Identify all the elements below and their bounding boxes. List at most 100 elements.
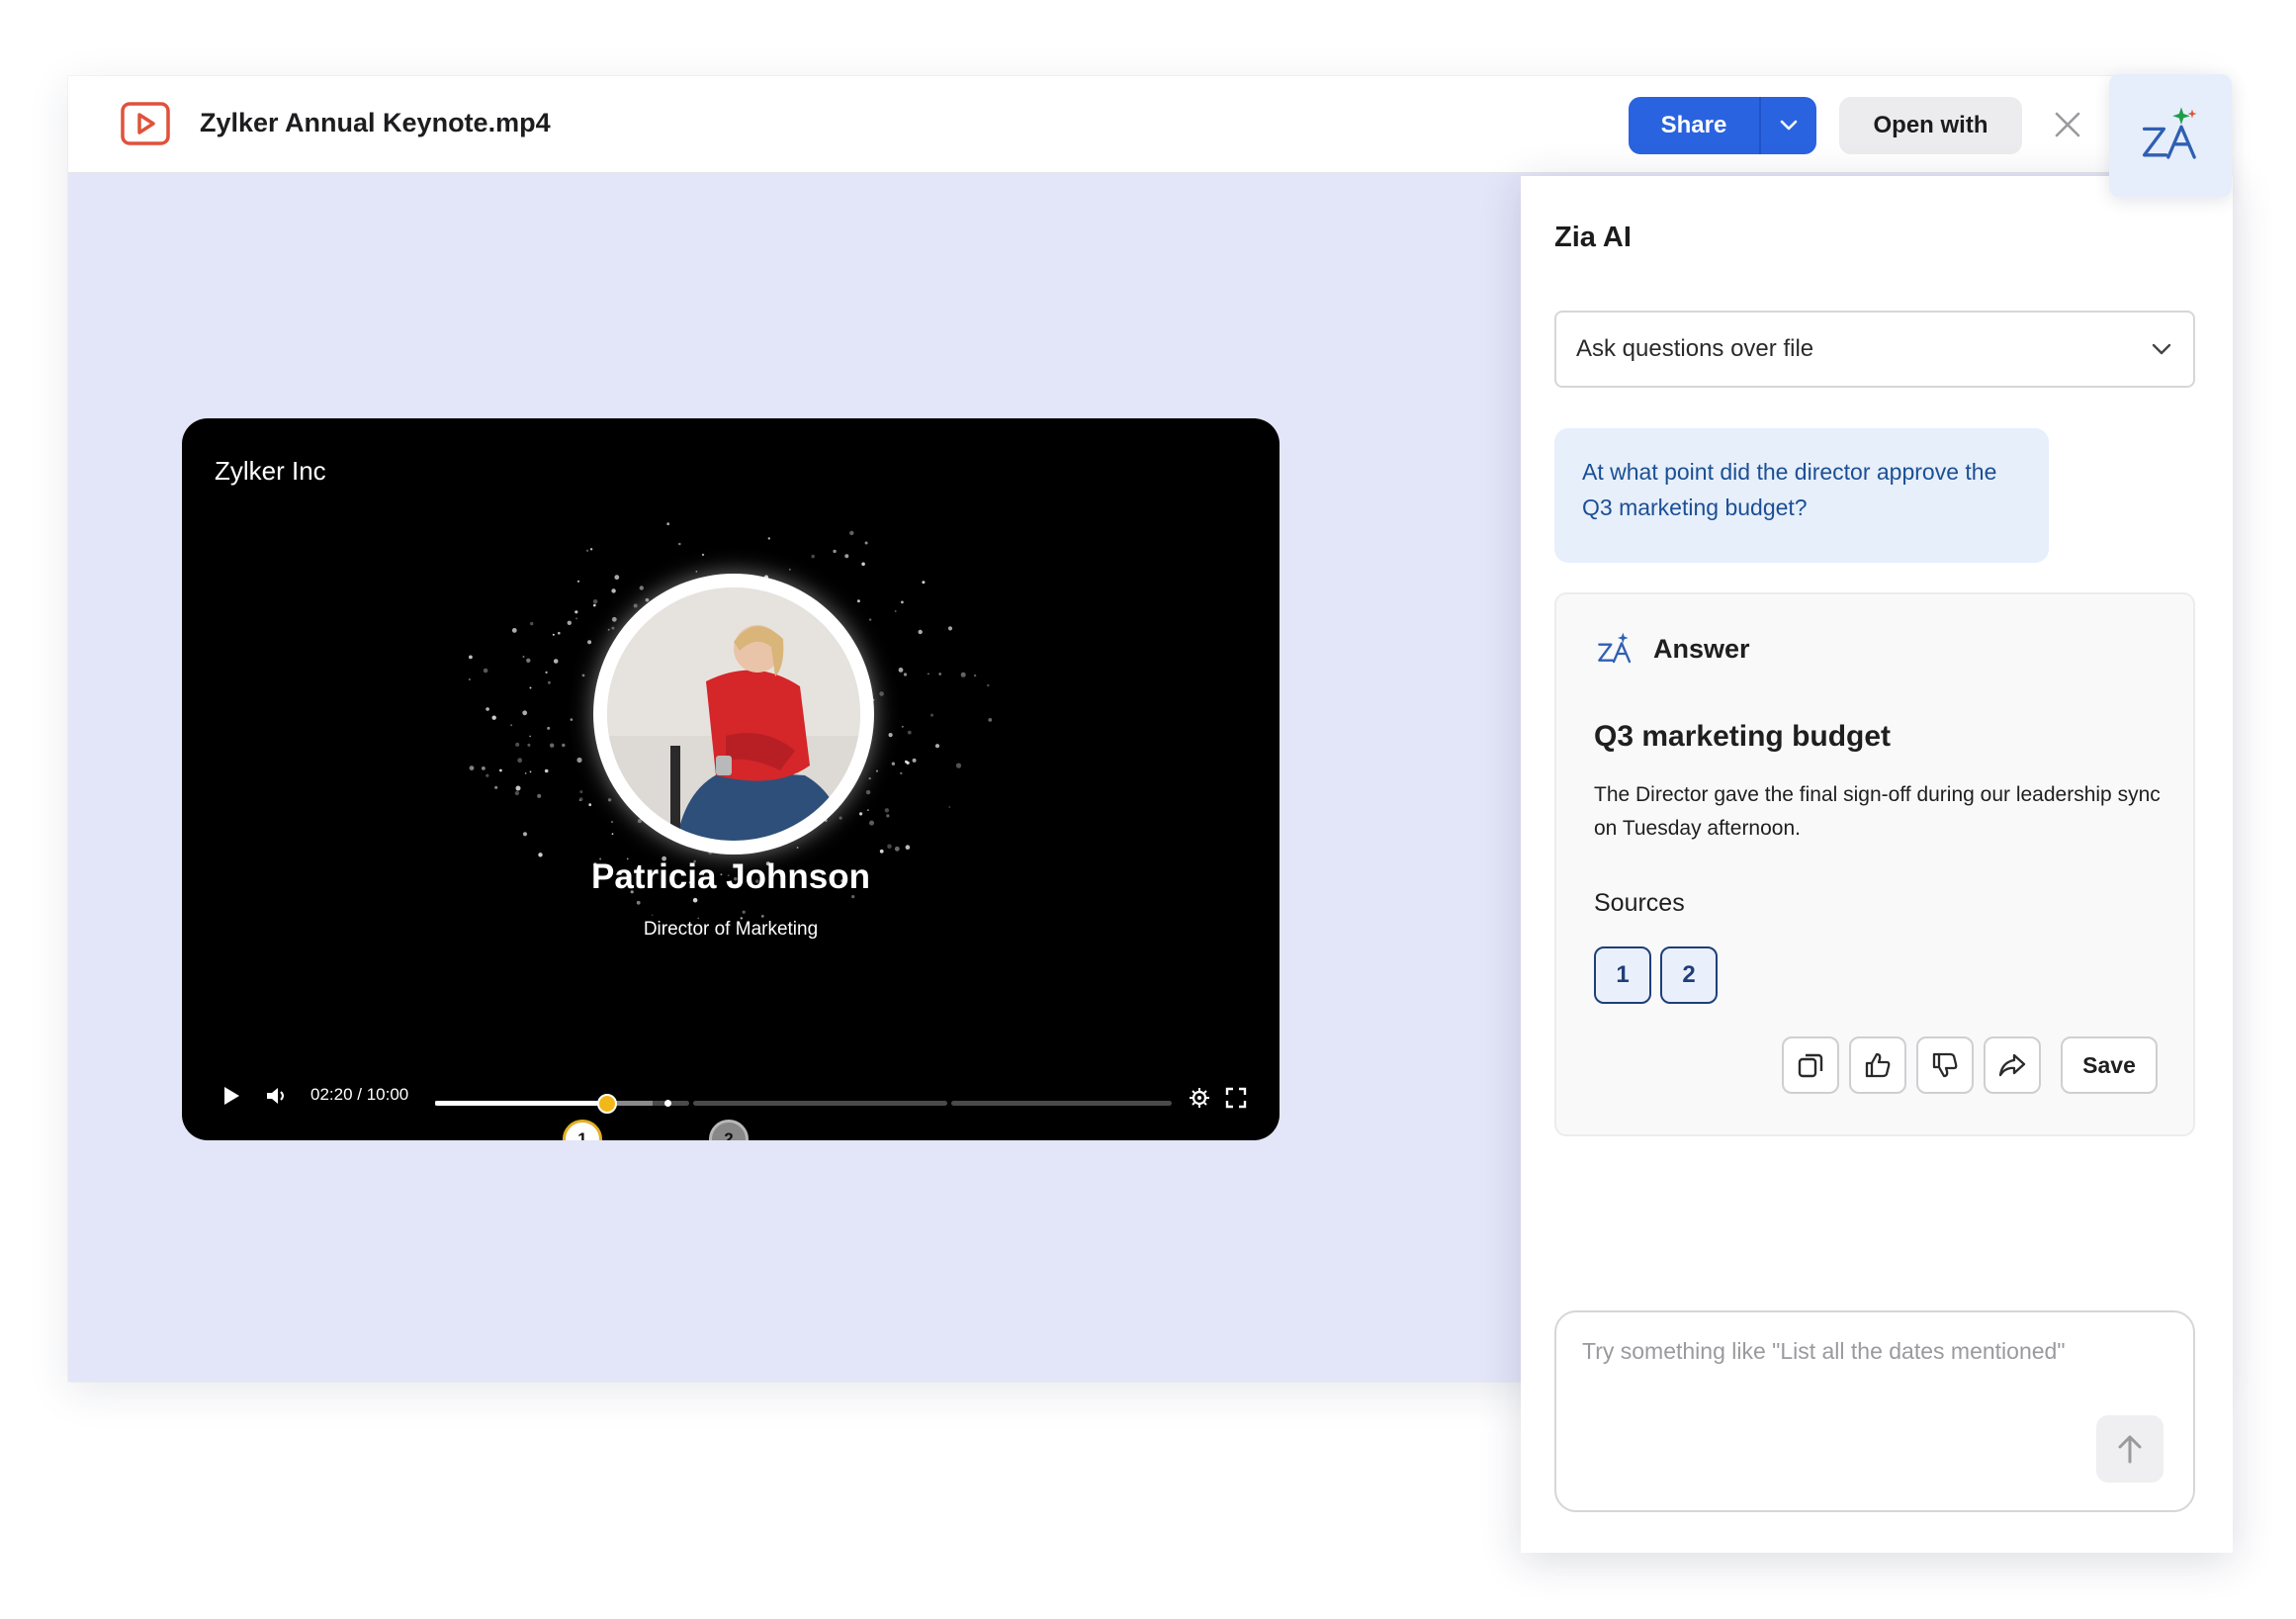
sparkle-dot — [692, 897, 698, 903]
sparkle-dot — [517, 758, 523, 764]
panel-title: Zia AI — [1554, 222, 1632, 253]
sparkle-dot — [868, 618, 872, 621]
video-progress-bar[interactable] — [435, 1101, 1172, 1107]
send-button[interactable] — [2096, 1415, 2164, 1483]
played-range — [435, 1101, 607, 1106]
chapter-segment[interactable] — [693, 1101, 947, 1106]
file-name: Zylker Annual Keynote.mp4 — [200, 108, 551, 137]
source-chip-1[interactable]: 1 — [1594, 946, 1651, 1004]
sparkle-dot — [859, 812, 863, 816]
gear-icon[interactable] — [1189, 1087, 1210, 1109]
sparkle-dot — [570, 718, 574, 721]
copy-button[interactable] — [1782, 1036, 1839, 1094]
speaker-role: Director of Marketing — [643, 919, 819, 940]
sparkle-dot — [610, 820, 614, 824]
sparkle-dot — [742, 910, 746, 914]
sparkle-dot — [907, 730, 912, 735]
sparkle-dot — [678, 542, 681, 546]
sparkle-dot — [894, 610, 897, 612]
sparkle-dot — [987, 683, 990, 687]
open-with-button[interactable]: Open with — [1839, 97, 2022, 154]
sparkle-dot — [701, 553, 705, 557]
sparkle-dot — [839, 816, 842, 820]
sparkle-dot — [576, 580, 580, 583]
sparkle-dot — [611, 588, 616, 593]
sparkle-dot — [651, 914, 654, 917]
answer-label: Answer — [1653, 634, 1750, 664]
sparkle-dot — [567, 620, 572, 625]
sparkle-dot — [611, 833, 614, 836]
sparkle-dot — [695, 571, 698, 573]
sparkle-dot — [894, 846, 900, 852]
sparkle-dot — [666, 522, 670, 526]
sparkle-dot — [538, 853, 543, 857]
sparkle-dot — [592, 599, 598, 604]
forward-button[interactable] — [1984, 1036, 2041, 1094]
sparkle-dot — [527, 743, 531, 747]
sparkle-dot — [918, 629, 923, 635]
sparkle-dot — [588, 803, 592, 807]
sparkle-dot — [522, 832, 528, 837]
video-player[interactable]: Zylker Inc Patricia Johnson Director of … — [182, 418, 1280, 1140]
sparkle-dot — [529, 686, 532, 689]
source-marker-1[interactable]: 1 — [563, 1120, 602, 1140]
sparkle-dot — [585, 549, 589, 552]
video-brand-label: Zylker Inc — [215, 456, 326, 486]
sparkle-dot — [947, 626, 953, 631]
volume-icon[interactable] — [265, 1086, 289, 1106]
sparkle-dot — [486, 707, 489, 711]
chapter-segment[interactable] — [951, 1101, 1172, 1106]
sparkle-dot — [861, 562, 865, 567]
sparkle-dot — [796, 847, 799, 849]
share-menu-toggle[interactable] — [1761, 119, 1816, 133]
sparkle-dot — [537, 793, 542, 798]
zia-ai-toggle[interactable] — [2109, 74, 2232, 197]
fullscreen-icon[interactable] — [1225, 1087, 1247, 1109]
sparkle-dot — [522, 710, 528, 716]
mode-select[interactable]: Ask questions over file — [1554, 311, 2195, 388]
sparkle-dot — [607, 628, 610, 631]
sparkle-dot — [581, 674, 585, 677]
source-chip-2[interactable]: 2 — [1660, 946, 1718, 1004]
chapter-segment[interactable] — [435, 1101, 689, 1106]
answer-body: The Director gave the final sign-off dur… — [1594, 783, 2161, 840]
close-icon[interactable] — [2053, 110, 2082, 139]
sparkle-dot — [633, 603, 638, 608]
sparkle-dot — [960, 672, 966, 677]
thumbs-down-icon — [1932, 1052, 1958, 1078]
progress-handle[interactable] — [596, 1094, 617, 1114]
sources-label: Sources — [1594, 889, 1685, 917]
sparkle-dot — [614, 575, 620, 581]
sparkle-dot — [879, 849, 884, 854]
sparkle-dot — [529, 735, 531, 738]
sparkle-dot — [866, 809, 869, 812]
thumbs-down-button[interactable] — [1916, 1036, 1974, 1094]
video-timecode: 02:20 / 10:00 — [310, 1085, 409, 1104]
sparkle-dot — [499, 768, 502, 772]
prompt-input[interactable] — [1582, 1338, 2136, 1365]
sparkle-dot — [562, 743, 566, 748]
sparkle-dot — [482, 766, 486, 770]
play-icon[interactable] — [221, 1085, 241, 1107]
sparkle-dot — [575, 617, 577, 620]
sparkle-dot — [884, 808, 890, 813]
save-button[interactable]: Save — [2061, 1036, 2158, 1094]
thumbs-up-icon — [1865, 1052, 1891, 1078]
prompt-box[interactable] — [1554, 1310, 2195, 1512]
share-button[interactable]: Share — [1629, 97, 1816, 154]
zia-ai-icon — [1598, 632, 1632, 664]
sparkle-dot — [849, 530, 854, 536]
mode-select-value: Ask questions over file — [1576, 335, 1814, 362]
thumbs-up-button[interactable] — [1849, 1036, 1906, 1094]
source-marker-2[interactable]: 2 — [709, 1120, 749, 1140]
sparkle-dot — [550, 743, 555, 748]
viewer-toolbar: Zylker Annual Keynote.mp4 Share Open wit… — [68, 76, 2214, 173]
copy-icon — [1798, 1053, 1823, 1078]
sparkle-dot — [905, 760, 908, 764]
sparkle-dot — [922, 581, 926, 585]
sparkle-dot — [901, 600, 904, 604]
forward-icon — [1998, 1053, 2026, 1077]
chevron-down-icon — [2152, 343, 2171, 355]
sparkle-dot — [611, 616, 617, 622]
sparkle-dot — [929, 713, 934, 717]
